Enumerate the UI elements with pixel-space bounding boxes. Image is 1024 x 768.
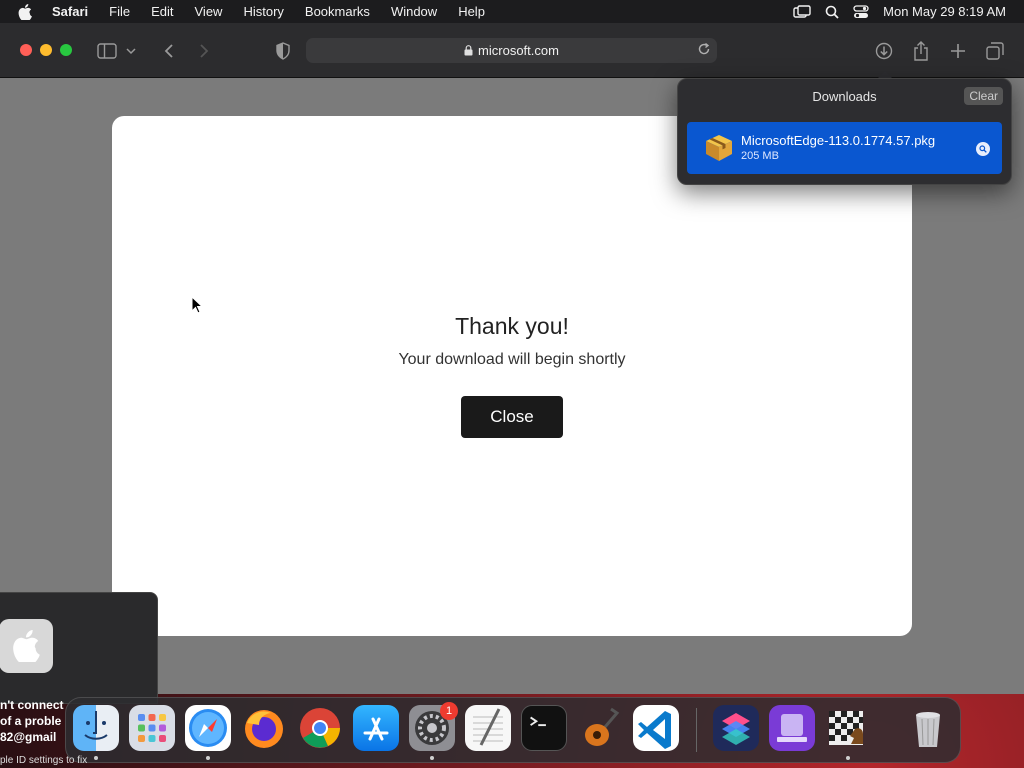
menu-bar: Safari File Edit View History Bookmarks … — [0, 0, 1024, 23]
dialog-title: Thank you! — [455, 313, 569, 339]
dock-separator — [696, 708, 697, 752]
back-arrow-icon[interactable] — [158, 40, 180, 62]
shortcuts-icon[interactable] — [713, 705, 759, 751]
system-preferences-badge: 1 — [440, 702, 458, 720]
finder-icon[interactable] — [73, 705, 119, 751]
minimize-window-button[interactable] — [40, 44, 52, 56]
download-filename: MicrosoftEdge-113.0.1774.57.pkg — [741, 133, 936, 148]
menu-window[interactable]: Window — [391, 4, 437, 19]
address-bar[interactable]: microsoft.com — [306, 38, 717, 63]
chess-running-dot — [846, 756, 850, 760]
forward-arrow-icon[interactable] — [193, 40, 215, 62]
apple-id-notification[interactable] — [0, 592, 158, 704]
apple-menu-icon[interactable] — [18, 3, 36, 20]
package-icon — [703, 132, 735, 167]
mouse-cursor — [191, 295, 204, 319]
notification-text: n't connect of a proble 82@gmail — [0, 697, 64, 745]
notification-line-1: n't connect — [0, 698, 64, 712]
menu-history[interactable]: History — [243, 4, 283, 19]
lock-icon — [464, 45, 473, 56]
control-center-icon[interactable] — [853, 4, 869, 19]
safari-icon[interactable] — [185, 705, 231, 751]
screen-mirroring-icon[interactable] — [793, 4, 811, 19]
share-icon[interactable] — [910, 40, 932, 62]
close-button[interactable]: Close — [461, 396, 563, 438]
safari-toolbar: microsoft.com — [0, 23, 1024, 78]
chevron-down-icon[interactable] — [124, 40, 138, 62]
new-tab-icon[interactable] — [947, 40, 969, 62]
menu-bookmarks[interactable]: Bookmarks — [305, 4, 370, 19]
menu-edit[interactable]: Edit — [151, 4, 173, 19]
garageband-icon[interactable] — [577, 705, 623, 751]
notification-line-4: ple ID settings to fix — [0, 755, 88, 766]
close-window-button[interactable] — [20, 44, 32, 56]
reload-icon[interactable] — [697, 42, 711, 59]
notification-line-2: of a proble — [0, 714, 62, 728]
simulator-icon[interactable] — [769, 705, 815, 751]
app-store-icon[interactable] — [353, 705, 399, 751]
downloads-icon[interactable] — [873, 40, 895, 62]
privacy-shield-icon[interactable] — [272, 40, 294, 62]
sidebar-icon[interactable] — [96, 40, 118, 62]
safari-running-dot — [206, 756, 210, 760]
tab-overview-icon[interactable] — [984, 40, 1006, 62]
show-in-finder-icon[interactable] — [976, 142, 990, 156]
download-item[interactable]: MicrosoftEdge-113.0.1774.57.pkg 205 MB — [687, 122, 1002, 174]
dock: 1 — [65, 697, 961, 763]
zoom-window-button[interactable] — [60, 44, 72, 56]
url-text: microsoft.com — [478, 43, 559, 58]
menu-file[interactable]: File — [109, 4, 130, 19]
clear-downloads-button[interactable]: Clear — [964, 87, 1003, 105]
notification-line-3: 82@gmail — [0, 730, 57, 744]
dialog-subtitle: Your download will begin shortly — [398, 351, 626, 368]
textedit-icon[interactable] — [465, 705, 511, 751]
firefox-icon[interactable] — [241, 705, 287, 751]
menu-view[interactable]: View — [195, 4, 223, 19]
chess-icon[interactable] — [825, 705, 871, 751]
menu-help[interactable]: Help — [458, 4, 485, 19]
system-preferences-running-dot — [430, 756, 434, 760]
spotlight-search-icon[interactable] — [825, 5, 839, 19]
vscode-icon[interactable] — [633, 705, 679, 751]
downloads-popover: Downloads Clear MicrosoftEdge-113.0.1774… — [677, 78, 1012, 185]
terminal-icon[interactable] — [521, 705, 567, 751]
launchpad-icon[interactable] — [129, 705, 175, 751]
chrome-icon[interactable] — [297, 705, 343, 751]
finder-running-dot — [94, 756, 98, 760]
menu-clock[interactable]: Mon May 29 8:19 AM — [883, 4, 1006, 19]
trash-icon[interactable] — [905, 705, 951, 751]
thank-you-dialog: Thank you! Your download will begin shor… — [112, 116, 912, 636]
download-size: 205 MB — [741, 150, 779, 162]
menu-app-name[interactable]: Safari — [52, 4, 88, 19]
downloads-title: Downloads — [812, 89, 877, 104]
system-preferences-apple-icon — [0, 619, 53, 673]
